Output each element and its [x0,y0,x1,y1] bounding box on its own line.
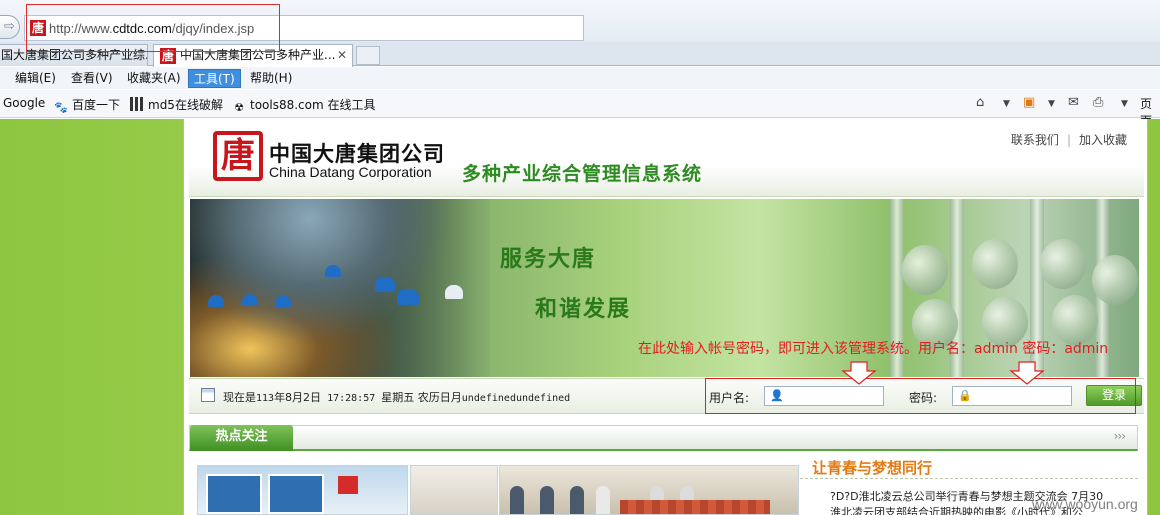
paw-icon: 🐾 [54,101,68,114]
current-datetime: 现在是113年8月2日 17:28:57 星期五 农历日月undefinedun… [223,391,571,404]
divider [800,478,1138,479]
password-label: 密码: [909,391,938,405]
rss-feed-icon[interactable]: ▣ [1023,95,1035,110]
tab-label: 国大唐集团公司多种产业综... [1,48,148,62]
tab-active[interactable]: 唐中国大唐集团公司多种产业... ✕ [153,44,353,67]
url-domain: cdtdc.com [112,21,172,36]
workers-photo [190,199,490,377]
url-prefix: http://www. [49,21,113,36]
favorite-label: tools88.com 在线工具 [250,98,376,112]
site-favicon-icon: 唐 [160,47,176,64]
hero-banner: 服务大唐 和谐发展 在此处输入帐号密码，即可进入该管理系统。用户名：admin … [190,199,1139,377]
lock-icon: 🔒 [958,389,972,402]
add-favorite-link[interactable]: 加入收藏 [1079,133,1127,147]
grid-icon [130,97,144,111]
username-field[interactable]: 👤 [764,386,884,406]
url-field[interactable]: 唐 http://www.cdtdc.com/djqy/index.jsp [24,15,584,41]
menu-help[interactable]: 帮助(H) [245,69,297,88]
site-header: 唐 中国大唐集团公司 China Datang Corporation 多种产业… [189,119,1144,197]
page-background: 唐 中国大唐集团公司 China Datang Corporation 多种产业… [0,119,1160,515]
new-tab-button[interactable] [356,46,380,65]
favorites-bar: Google 🐾 百度一下 md5在线破解 ☢ tools88.com 在线工具 ⌂… [0,90,1160,128]
menu-tools[interactable]: 工具(T) [188,69,241,88]
radiation-icon: ☢ [234,101,244,114]
favorite-label: md5在线破解 [148,98,223,112]
down-arrow-annotation-icon [841,361,877,385]
user-icon: 👤 [770,389,784,402]
chevron-down-icon[interactable]: ▼ [1048,99,1055,109]
down-arrow-annotation-icon [1009,361,1045,385]
logo-company-name-en: China Datang Corporation [269,164,432,180]
menu-edit[interactable]: 编辑(E) [10,69,61,88]
site-container: 唐 中国大唐集团公司 China Datang Corporation 多种产业… [183,119,1148,515]
site-favicon-icon: 唐 [30,20,46,36]
system-title: 多种产业综合管理信息系统 [462,163,703,185]
top-links: 联系我们 | 加入收藏 [1011,131,1127,148]
more-chevrons-icon[interactable]: ››› [1114,429,1126,443]
print-icon[interactable]: ⎙ [1093,95,1103,110]
tab-hot-topics[interactable]: 热点关注 [190,425,293,451]
banner-slogan: 和谐发展 [535,297,632,322]
news-photo[interactable] [499,465,799,515]
favorite-tools88[interactable]: ☢ tools88.com 在线工具 [232,96,376,115]
news-photo[interactable] [410,465,498,515]
menu-favorites[interactable]: 收藏夹(A) [122,69,186,88]
calendar-icon [201,388,215,402]
tab-label: 中国大唐集团公司多种产业... [180,48,336,62]
menu-bar: 编辑(E) 查看(V) 收藏夹(A) 工具(T) 帮助(H) [0,67,1160,89]
address-bar: ⇨ 唐 http://www.cdtdc.com/djqy/index.jsp [0,0,1160,42]
tab-bar: 国大唐集团公司多种产业综... 唐中国大唐集团公司多种产业... ✕ [0,42,1160,67]
mail-icon[interactable]: ✉ [1068,95,1079,110]
hot-topics-bar: 热点关注 ››› [189,425,1138,451]
tab-inactive[interactable]: 国大唐集团公司多种产业综... [0,44,148,66]
url-text[interactable]: http://www.cdtdc.com/djqy/index.jsp [49,21,254,36]
news-photo[interactable] [197,465,408,515]
datang-logo-icon: 唐 [213,131,263,181]
close-tab-icon[interactable]: ✕ [337,45,347,65]
password-input[interactable] [975,388,1069,404]
home-icon[interactable]: ⌂ [976,95,984,110]
url-path: /djqy/index.jsp [171,21,255,36]
favorite-google[interactable]: Google [3,96,45,110]
chevron-down-icon[interactable]: ▼ [1003,99,1010,109]
link-separator: | [1066,133,1071,147]
banner-slogan: 服务大唐 [500,247,597,272]
credentials-annotation: 在此处输入帐号密码，即可进入该管理系统。用户名：admin 密码：admin [638,341,1109,357]
username-label: 用户名: [709,391,750,405]
chevron-down-icon[interactable]: ▼ [1121,99,1128,109]
menu-view[interactable]: 查看(V) [66,69,118,88]
back-arrow-icon[interactable]: ⇨ [0,15,20,39]
login-button[interactable]: 登录 [1086,385,1142,406]
news-headline[interactable]: 让青春与梦想同行 [812,457,932,478]
contact-us-link[interactable]: 联系我们 [1011,133,1059,147]
favorite-baidu[interactable]: 🐾 百度一下 [54,96,120,115]
favorite-label: 百度一下 [72,98,121,112]
password-field[interactable]: 🔒 [952,386,1072,406]
login-bar: 现在是113年8月2日 17:28:57 星期五 农历日月undefinedun… [189,378,1144,414]
favorite-label: Google [3,96,46,110]
favorite-md5[interactable]: md5在线破解 [130,96,223,113]
watermark: www.wooyun.org [1032,496,1138,512]
username-input[interactable] [787,388,881,404]
